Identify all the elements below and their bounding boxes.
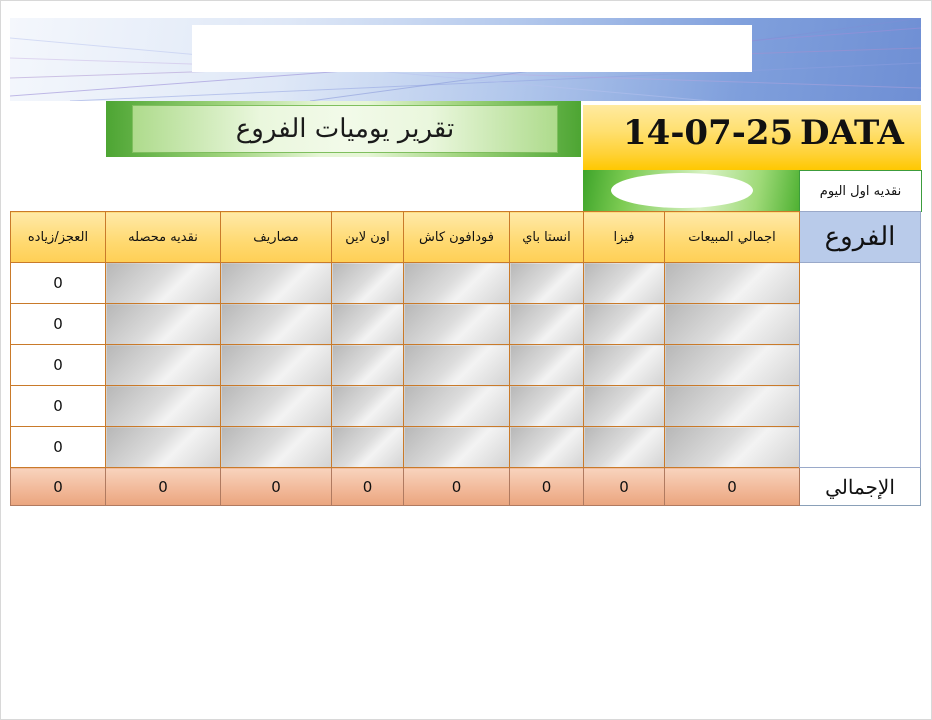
table-row: 0 (10, 344, 921, 386)
report-title-box: تقرير يوميات الفروع (106, 101, 581, 157)
col-header-collected-cash: نقديه محصله (105, 211, 221, 263)
col-header-visa: فيزا (583, 211, 665, 263)
branches-report-table: العجز/زياده نقديه محصله مصاريف اون لاين … (10, 211, 921, 506)
vodafone-cash-cell[interactable] (403, 262, 510, 304)
expenses-cell[interactable] (220, 303, 332, 345)
col-header-branches: الفروع (799, 211, 921, 263)
online-cell[interactable] (331, 344, 404, 386)
report-title: تقرير يوميات الفروع (235, 114, 455, 144)
expenses-cell[interactable] (220, 426, 332, 468)
instapay-cell[interactable] (509, 262, 584, 304)
total-sales-cell[interactable] (664, 426, 800, 468)
total-instapay: 0 (509, 467, 584, 506)
online-cell[interactable] (331, 385, 404, 427)
date-value[interactable]: 14-07-25 (623, 113, 793, 153)
opening-cash-label: نقديه اول اليوم (799, 170, 922, 212)
total-sales-cell[interactable] (664, 344, 800, 386)
online-cell[interactable] (331, 262, 404, 304)
diff-cell: 0 (10, 303, 106, 345)
total-sales: 0 (664, 467, 800, 506)
instapay-cell[interactable] (509, 385, 584, 427)
visa-cell[interactable] (583, 344, 665, 386)
instapay-cell[interactable] (509, 303, 584, 345)
visa-cell[interactable] (583, 262, 665, 304)
vodafone-cash-cell[interactable] (403, 303, 510, 345)
total-vodafone-cash: 0 (403, 467, 510, 506)
online-cell[interactable] (331, 426, 404, 468)
instapay-cell[interactable] (509, 344, 584, 386)
visa-cell[interactable] (583, 426, 665, 468)
date-label: DATA (800, 113, 904, 153)
date-box: 14-07-25 DATA (583, 105, 921, 170)
vodafone-cash-cell[interactable] (403, 344, 510, 386)
diff-cell: 0 (10, 344, 106, 386)
table-row: 0 (10, 303, 921, 345)
vodafone-cash-cell[interactable] (403, 426, 510, 468)
instapay-cell[interactable] (509, 426, 584, 468)
col-header-diff: العجز/زياده (10, 211, 106, 263)
company-banner (10, 18, 921, 101)
total-sales-cell[interactable] (664, 262, 800, 304)
collected-cash-cell[interactable] (105, 344, 221, 386)
report-title-frame: تقرير يوميات الفروع (132, 105, 558, 153)
diff-cell: 0 (10, 385, 106, 427)
totals-row: 0 0 0 0 0 0 0 0 الإجمالي (10, 467, 921, 506)
table-row: 0 (10, 385, 921, 427)
diff-cell: 0 (10, 262, 106, 304)
col-header-total-sales: اجمالي المبيعات (664, 211, 800, 263)
table-row: 0 (10, 262, 921, 468)
expenses-cell[interactable] (220, 344, 332, 386)
total-diff: 0 (10, 467, 106, 506)
total-expenses: 0 (220, 467, 332, 506)
totals-label: الإجمالي (799, 467, 921, 506)
opening-cash-field[interactable] (583, 170, 799, 212)
online-cell[interactable] (331, 303, 404, 345)
table-row: 0 (10, 426, 921, 468)
diff-cell: 0 (10, 426, 106, 468)
col-header-online: اون لاين (331, 211, 404, 263)
expenses-cell[interactable] (220, 262, 332, 304)
table-header-row: العجز/زياده نقديه محصله مصاريف اون لاين … (10, 211, 921, 263)
total-collected-cash: 0 (105, 467, 221, 506)
collected-cash-cell[interactable] (105, 262, 221, 304)
banner-logo-area (192, 25, 752, 72)
col-header-instapay: انستا باي (509, 211, 584, 263)
total-sales-cell[interactable] (664, 303, 800, 345)
collected-cash-cell[interactable] (105, 426, 221, 468)
total-sales-cell[interactable] (664, 385, 800, 427)
expenses-cell[interactable] (220, 385, 332, 427)
col-header-vodafone-cash: فودافون كاش (403, 211, 510, 263)
collected-cash-cell[interactable] (105, 303, 221, 345)
vodafone-cash-cell[interactable] (403, 385, 510, 427)
visa-cell[interactable] (583, 303, 665, 345)
visa-cell[interactable] (583, 385, 665, 427)
col-header-expenses: مصاريف (220, 211, 332, 263)
total-online: 0 (331, 467, 404, 506)
opening-cash-value[interactable] (611, 173, 753, 208)
total-visa: 0 (583, 467, 665, 506)
branch-names-cell[interactable] (799, 262, 921, 468)
collected-cash-cell[interactable] (105, 385, 221, 427)
